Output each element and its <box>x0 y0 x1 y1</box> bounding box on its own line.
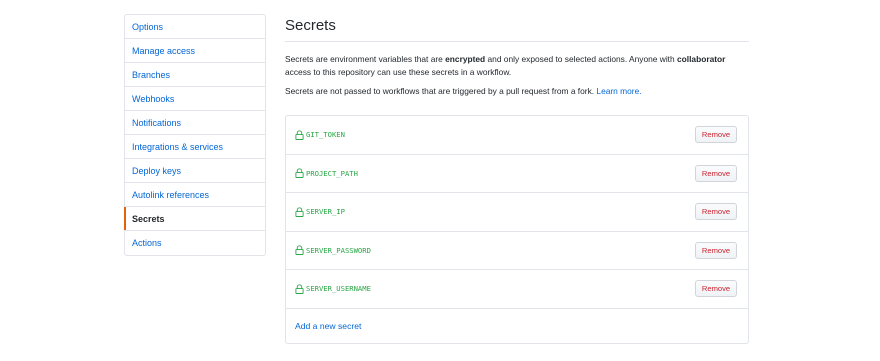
add-secret-row: Add a new secret <box>286 309 748 343</box>
sidebar-item-webhooks[interactable]: Webhooks <box>125 87 265 111</box>
sidebar-item-integrations[interactable]: Integrations & services <box>125 135 265 159</box>
sidebar-item-autolink-references[interactable]: Autolink references <box>125 183 265 207</box>
secret-name: PROJECT_PATH <box>295 168 358 179</box>
description-bold-encrypted: encrypted <box>445 54 486 64</box>
secrets-description: Secrets are environment variables that a… <box>285 53 749 79</box>
page-title: Secrets <box>285 14 749 42</box>
sidebar-item-options[interactable]: Options <box>125 15 265 39</box>
secret-row: SERVER_IP Remove <box>286 193 748 232</box>
learn-more-link[interactable]: Learn more. <box>596 86 641 96</box>
remove-button[interactable]: Remove <box>695 164 737 182</box>
description-bold-collaborator: collaborator <box>677 54 726 64</box>
secret-name: SERVER_USERNAME <box>295 284 371 294</box>
sidebar-item-actions[interactable]: Actions <box>125 231 265 255</box>
secret-row: GIT_TOKEN Remove <box>286 116 748 155</box>
remove-button[interactable]: Remove <box>695 241 737 259</box>
settings-sidebar: Options Manage access Branches Webhooks … <box>124 14 266 256</box>
description-text-3: access to this repository can use these … <box>285 67 512 77</box>
secret-row: SERVER_USERNAME Remove <box>286 270 748 309</box>
lock-icon <box>295 207 304 217</box>
fork-note-text: Secrets are not passed to workflows that… <box>285 86 597 96</box>
secret-name-label: SERVER_PASSWORD <box>306 245 371 255</box>
secrets-list: GIT_TOKEN Remove PROJECT_PATH Remove SER… <box>285 115 749 344</box>
secret-name: GIT_TOKEN <box>295 130 345 140</box>
secrets-panel: Secrets Secrets are environment variable… <box>285 14 749 344</box>
secret-name-label: PROJECT_PATH <box>306 168 358 178</box>
secret-name-label: SERVER_USERNAME <box>306 284 371 294</box>
sidebar-item-notifications[interactable]: Notifications <box>125 111 265 135</box>
secret-name-label: GIT_TOKEN <box>306 130 345 140</box>
secret-row: PROJECT_PATH Remove <box>286 155 748 193</box>
sidebar-item-deploy-keys[interactable]: Deploy keys <box>125 159 265 183</box>
lock-icon <box>295 168 304 179</box>
secret-name-label: SERVER_IP <box>306 207 345 217</box>
lock-icon <box>295 245 304 256</box>
add-secret-link[interactable]: Add a new secret <box>295 321 361 331</box>
remove-button[interactable]: Remove <box>695 126 737 143</box>
lock-icon <box>295 284 304 294</box>
sidebar-item-branches[interactable]: Branches <box>125 63 265 87</box>
sidebar-item-secrets[interactable]: Secrets <box>124 207 265 231</box>
sidebar-item-manage-access[interactable]: Manage access <box>125 39 265 63</box>
lock-icon <box>295 130 304 140</box>
secret-name: SERVER_PASSWORD <box>295 245 371 256</box>
description-text-2: and only exposed to selected actions. An… <box>485 54 677 64</box>
remove-button[interactable]: Remove <box>695 280 737 297</box>
fork-note: Secrets are not passed to workflows that… <box>285 85 749 98</box>
description-text-1: Secrets are environment variables that a… <box>285 54 446 64</box>
remove-button[interactable]: Remove <box>695 203 737 220</box>
secret-name: SERVER_IP <box>295 207 345 217</box>
secret-row: SERVER_PASSWORD Remove <box>286 232 748 270</box>
